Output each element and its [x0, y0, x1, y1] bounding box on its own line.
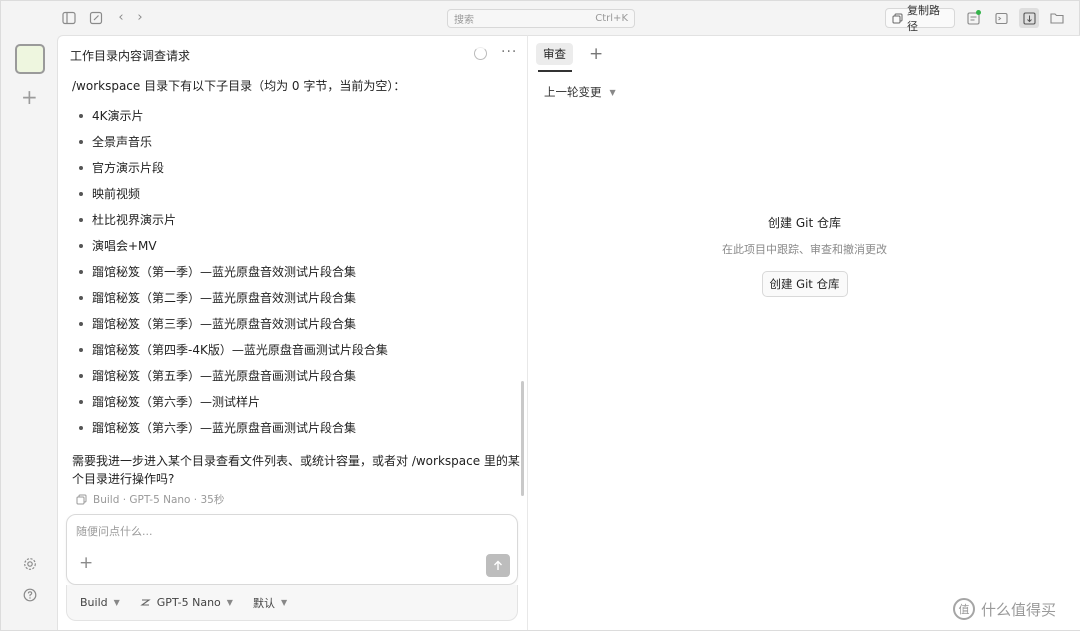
diff-scope-select[interactable]: 上一轮变更 ▼	[544, 84, 616, 100]
list-item: 全景声音乐	[72, 134, 522, 160]
message-intro: /workspace 目录下有以下子目录（均为 0 字节，当前为空）：	[72, 79, 406, 93]
loading-spinner-icon	[474, 47, 487, 60]
search-input[interactable]: 搜索 Ctrl+K	[447, 9, 635, 28]
agent-select[interactable]: Build ▼	[80, 596, 120, 609]
arrow-up-icon	[494, 560, 502, 570]
list-item: 4K演示片	[72, 108, 522, 134]
followup-question: 需要我进一步进入某个目录查看文件列表、或统计容量，或者对 /workspace …	[72, 454, 520, 486]
copy-icon	[892, 13, 903, 23]
composer-options: Build ▼ GPT-5 Nano ▼ 默认 ▼	[66, 585, 518, 621]
list-item: 蹓馆秘笈（第六季）—测试样片	[72, 394, 522, 420]
search-placeholder: 搜索	[454, 15, 474, 26]
watermark: 值 什么值得买	[953, 598, 1056, 620]
status-dot	[976, 10, 981, 15]
settings-icon[interactable]	[23, 557, 37, 574]
directory-list: 4K演示片 全景声音乐 官方演示片段 映前视频 杜比视界演示片 演唱会+MV 蹓…	[72, 108, 522, 446]
git-empty-title: 创建 Git 仓库	[768, 216, 841, 230]
prompt-input[interactable]	[76, 522, 476, 540]
message-content: /workspace 目录下有以下子目录（均为 0 字节，当前为空）： 4K演示…	[72, 78, 522, 507]
active-tab-indicator	[538, 70, 572, 72]
list-item: 蹓馆秘笈（第一季）—蓝光原盘音效测试片段合集	[72, 264, 522, 290]
chevron-down-icon: ▼	[226, 598, 233, 607]
watermark-logo-icon: 值	[953, 598, 975, 620]
agent-label: Build	[80, 596, 108, 609]
model-provider-icon	[140, 599, 151, 606]
scrollbar[interactable]	[521, 381, 524, 496]
review-panel: 审查 + 上一轮变更 ▼ 创建 Git 仓库 在此项目中跟踪、审查和撤消更改 创…	[527, 35, 1080, 630]
list-item: 蹓馆秘笈（第三季）—蓝光原盘音效测试片段合集	[72, 316, 522, 342]
variant-label: 默认	[252, 596, 275, 610]
session-panel: 工作目录内容调查请求 ··· /workspace 目录下有以下子目录（均为 0…	[57, 35, 527, 630]
model-label: GPT-5 Nano	[156, 596, 221, 609]
session-title: 工作目录内容调查请求	[70, 49, 191, 63]
more-options-icon[interactable]: ···	[501, 44, 517, 60]
file-tree-icon[interactable]	[1019, 8, 1039, 28]
list-item: 蹓馆秘笈（第四季-4K版）—蓝光原盘音画测试片段合集	[72, 342, 522, 368]
review-tabs: 审查 +	[536, 42, 603, 66]
search-shortcut: Ctrl+K	[595, 13, 628, 24]
list-item: 官方演示片段	[72, 160, 522, 186]
message-meta-text: Build · GPT-5 Nano · 35秒	[93, 494, 225, 506]
add-tab-icon[interactable]: +	[589, 45, 603, 63]
new-session-icon[interactable]	[88, 10, 104, 26]
variant-select[interactable]: 默认 ▼	[253, 595, 287, 611]
copy-path-button[interactable]: 复制路径	[885, 4, 955, 33]
help-icon[interactable]	[23, 588, 37, 605]
back-arrow-icon[interactable]: ‹	[113, 10, 129, 26]
create-git-repo-button[interactable]: 创建 Git 仓库	[761, 271, 848, 297]
copy-path-label: 复制路径	[907, 4, 940, 33]
list-item: 演唱会+MV	[72, 238, 522, 264]
attach-plus-icon[interactable]: +	[79, 555, 93, 572]
chevron-down-icon: ▼	[113, 598, 120, 607]
add-project-icon[interactable]: +	[21, 87, 38, 107]
chevron-down-icon: ▼	[280, 598, 288, 607]
list-item: 蹓馆秘笈（第六季）—蓝光原盘音画测试片段合集	[72, 420, 522, 446]
list-item: 蹓馆秘笈（第二季）—蓝光原盘音效测试片段合集	[72, 290, 522, 316]
diff-scope-label: 上一轮变更	[544, 85, 602, 99]
forward-arrow-icon[interactable]: ›	[132, 10, 148, 26]
git-empty-subtitle: 在此项目中跟踪、审查和撤消更改	[722, 243, 887, 256]
list-item: 映前视频	[72, 186, 522, 212]
project-avatar[interactable]	[15, 44, 45, 74]
project-rail: +	[1, 35, 57, 631]
review-panel-icon[interactable]	[963, 8, 983, 28]
git-empty-state: 创建 Git 仓库 在此项目中跟踪、审查和撤消更改 创建 Git 仓库	[528, 214, 1080, 297]
watermark-text: 什么值得买	[981, 600, 1057, 619]
tab-review[interactable]: 审查	[536, 43, 573, 65]
list-item: 杜比视界演示片	[72, 212, 522, 238]
model-select[interactable]: GPT-5 Nano ▼	[140, 596, 233, 609]
folder-icon[interactable]	[1047, 8, 1067, 28]
toolbar-right	[963, 8, 1067, 28]
message-meta: Build · GPT-5 Nano · 35秒	[72, 492, 522, 507]
copy-message-icon[interactable]	[76, 494, 87, 505]
app-window: ‹ › 搜索 Ctrl+K 复制路径 + 工作目录内容调查请求 ··· /wor…	[0, 0, 1080, 631]
terminal-icon[interactable]	[991, 8, 1011, 28]
chevron-down-icon: ▼	[609, 87, 616, 97]
toggle-sidebar-icon[interactable]	[61, 10, 77, 26]
send-button[interactable]	[486, 554, 510, 577]
top-bar: ‹ › 搜索 Ctrl+K 复制路径	[1, 1, 1079, 35]
list-item: 蹓馆秘笈（第五季）—蓝光原盘音画测试片段合集	[72, 368, 522, 394]
prompt-composer: +	[66, 514, 518, 585]
